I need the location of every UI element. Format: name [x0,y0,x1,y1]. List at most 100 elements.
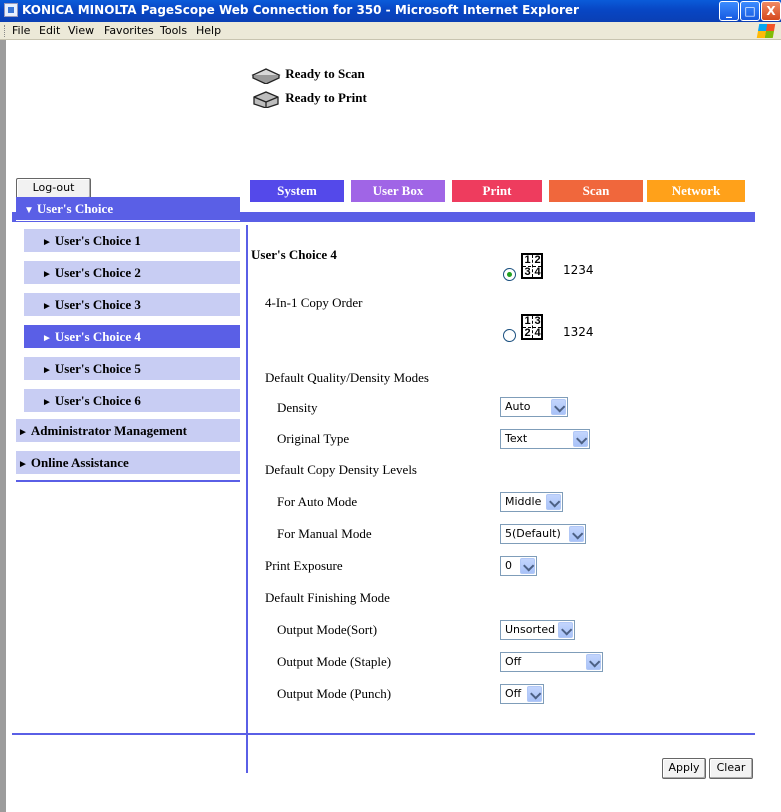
chevron-down-icon[interactable] [527,686,542,702]
grid-cell: 3 [524,266,531,278]
sidebar-bottom-line [16,480,240,482]
page-title: User's Choice 4 [251,247,337,262]
expanded-arrow-icon: ▼ [24,205,34,216]
copy-order-1234-label: 1234 [563,263,594,277]
print-exposure-select[interactable]: 0 [500,556,537,576]
sidebar-item-label: User's Choice 1 [54,233,141,248]
tab-network[interactable]: Network [647,180,745,202]
print-exposure-label: Print Exposure [265,558,343,573]
auto-mode-value: Middle [505,495,542,508]
clear-button[interactable]: Clear [709,758,753,779]
window-title: KONICA MINOLTA PageScope Web Connection … [22,3,579,17]
sidebar-online-assistance[interactable]: ► Online Assistance [16,451,240,475]
sidebar-item-users-choice-4[interactable]: ► User's Choice 4 [24,325,240,349]
sidebar-administrator-management[interactable]: ► Administrator Management [16,419,240,443]
sidebar-item-users-choice-2[interactable]: ► User's Choice 2 [24,261,240,285]
chevron-down-icon[interactable] [569,526,584,542]
copy-order-1324-label: 1324 [563,325,594,339]
density-select[interactable]: Auto [500,397,568,417]
print-exposure-value: 0 [505,559,512,572]
print-status-text: Ready to Print [285,90,367,105]
grid-cell: 2 [534,254,541,266]
toolbar-grip [4,25,6,37]
output-staple-select[interactable]: Off [500,652,603,672]
output-sort-label: Output Mode(Sort) [277,622,378,637]
scanner-status: Ready to Scan [250,66,365,85]
auto-mode-select[interactable]: Middle [500,492,563,512]
sidebar-item-users-choice-5[interactable]: ► User's Choice 5 [24,357,240,381]
sidebar-item-label: User's Choice 4 [54,329,141,344]
chevron-down-icon[interactable] [573,431,588,447]
grid-cell: 2 [524,327,531,339]
sidebar-item-users-choice-1[interactable]: ► User's Choice 1 [24,229,240,253]
tab-system[interactable]: System [250,180,344,202]
sidebar-item-users-choice-6[interactable]: ► User's Choice 6 [24,389,240,413]
chevron-down-icon[interactable] [586,654,601,670]
copy-order-1324-radio[interactable] [503,329,516,342]
output-punch-label: Output Mode (Punch) [277,686,392,701]
arrow-right-icon: ► [42,301,52,312]
printer-icon [253,91,279,109]
copy-order-1234-radio[interactable] [503,268,516,281]
apply-button[interactable]: Apply [662,758,706,779]
minimize-button[interactable]: _ [719,1,739,21]
sidebar-item-label: Administrator Management [30,423,188,438]
original-type-value: Text [505,432,528,445]
output-punch-value: Off [505,687,522,700]
scan-status-text: Ready to Scan [285,66,365,81]
arrow-right-icon: ► [18,459,28,470]
chevron-down-icon[interactable] [551,399,566,415]
sidebar-main-label: User's Choice [36,201,114,216]
density-levels-header: Default Copy Density Levels [265,462,417,477]
manual-mode-value: 5(Default) [505,527,561,540]
output-sort-select[interactable]: Unsorted [500,620,575,640]
tab-print[interactable]: Print [452,180,542,202]
grid-cell: 4 [534,327,541,339]
sidebar-users-choice[interactable]: ▼ User's Choice [16,197,240,221]
output-staple-value: Off [505,655,522,668]
menu-favorites[interactable]: Favorites [104,24,154,37]
menu-bar: File Edit View Favorites Tools Help [0,22,781,40]
sidebar-item-users-choice-3[interactable]: ► User's Choice 3 [24,293,240,317]
menu-file[interactable]: File [12,24,30,37]
output-punch-select[interactable]: Off [500,684,544,704]
quality-header: Default Quality/Density Modes [265,370,429,385]
menu-tools[interactable]: Tools [160,24,187,37]
density-value: Auto [505,400,531,413]
windows-logo-icon [756,24,776,38]
maximize-button[interactable]: □ [740,1,760,21]
density-label: Density [277,400,318,415]
scanner-icon [251,68,281,85]
title-bar: KONICA MINOLTA PageScope Web Connection … [0,0,781,22]
browser-page: Ready to Scan Ready to Print Log-out Sys… [0,40,781,812]
copy-order-1234-icon: 1 2 3 4 [521,253,543,279]
close-button[interactable]: X [761,1,781,21]
finishing-header: Default Finishing Mode [265,590,390,605]
arrow-right-icon: ► [42,397,52,408]
copy-order-label: 4-In-1 Copy Order [265,295,363,310]
original-type-select[interactable]: Text [500,429,590,449]
grid-cell: 1 [524,315,531,327]
tab-scan[interactable]: Scan [549,180,643,202]
arrow-right-icon: ► [18,427,28,438]
printer-status: Ready to Print [250,90,367,109]
menu-help[interactable]: Help [196,24,221,37]
manual-mode-select[interactable]: 5(Default) [500,524,586,544]
grid-cell: 1 [524,254,531,266]
footer-divider [12,733,755,735]
chevron-down-icon[interactable] [520,558,535,574]
logout-button[interactable]: Log-out [16,178,91,199]
arrow-right-icon: ► [42,237,52,248]
tab-user-box[interactable]: User Box [351,180,445,202]
chevron-down-icon[interactable] [558,622,573,638]
output-sort-value: Unsorted [505,623,556,636]
menu-edit[interactable]: Edit [39,24,60,37]
grid-cell: 3 [534,315,541,327]
sidebar-divider [246,225,248,773]
chevron-down-icon[interactable] [546,494,561,510]
copy-order-1324-icon: 1 3 2 4 [521,314,543,340]
ie-app-icon [4,3,18,17]
arrow-right-icon: ► [42,333,52,344]
menu-view[interactable]: View [68,24,94,37]
auto-mode-label: For Auto Mode [277,494,358,509]
